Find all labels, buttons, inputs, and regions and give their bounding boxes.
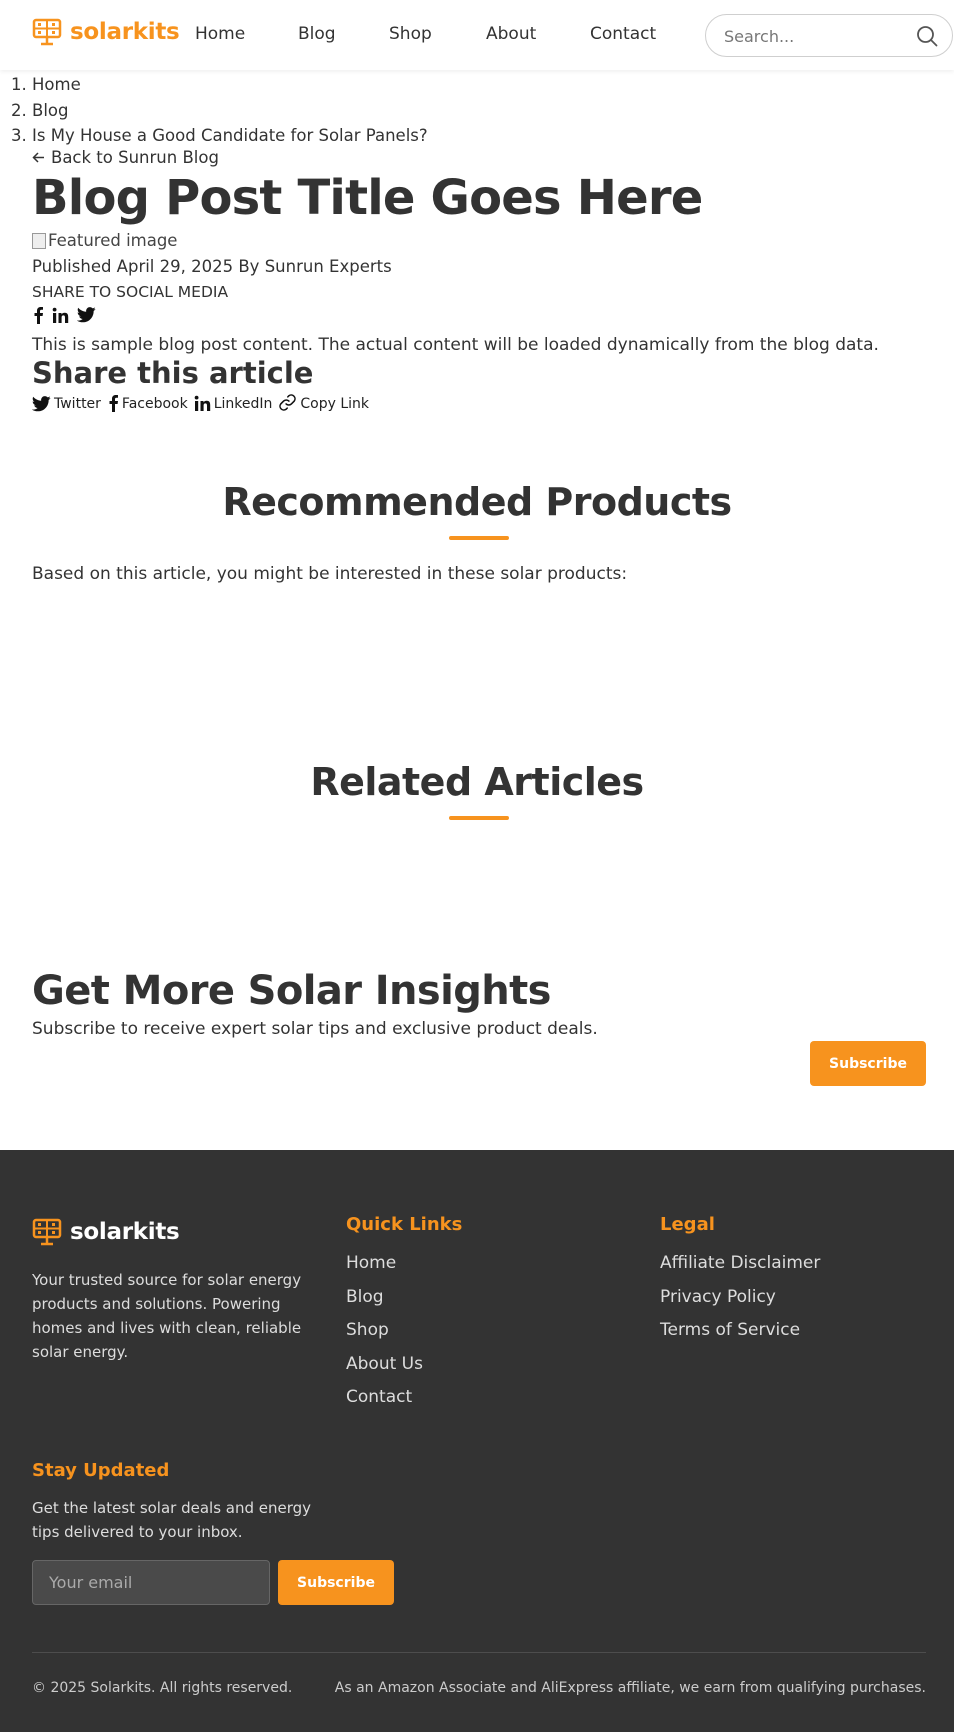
recommended-products-title: Recommended Products (222, 480, 732, 524)
facebook-icon[interactable] (32, 306, 44, 324)
site-header: solarkits Home Blog Shop About Contact (0, 0, 954, 70)
legal-links-list: Affiliate Disclaimer Privacy Policy Term… (660, 1253, 820, 1354)
share-social-label: SHARE TO SOCIAL MEDIA (32, 283, 229, 301)
footer-link-terms[interactable]: Terms of Service (660, 1320, 820, 1354)
quick-links-heading: Quick Links (346, 1214, 463, 1235)
footer-link-blog[interactable]: Blog (346, 1287, 423, 1321)
solar-panel-logo-icon (32, 18, 62, 46)
share-linkedin-label: LinkedIn (213, 396, 273, 412)
footer-divider (32, 1652, 926, 1653)
share-facebook-label: Facebook (121, 396, 188, 412)
nav-blog[interactable]: Blog (298, 24, 336, 44)
footer-link-affiliate-disclaimer[interactable]: Affiliate Disclaimer (660, 1253, 820, 1287)
stay-updated-description: Get the latest solar deals and energy ti… (32, 1499, 312, 1541)
broken-image-icon (32, 232, 46, 249)
search-input[interactable] (722, 25, 902, 47)
section-underline (449, 816, 509, 820)
arrow-left-icon (32, 152, 44, 163)
featured-image-alt: Featured image (48, 231, 178, 250)
footer-logo[interactable]: solarkits (32, 1218, 180, 1246)
logo-text: solarkits (70, 19, 180, 45)
subscribe-button[interactable]: Subscribe (810, 1041, 926, 1086)
facebook-icon (109, 395, 118, 412)
related-articles-title: Related Articles (310, 760, 644, 804)
site-footer: solarkits Your trusted source for solar … (0, 1150, 954, 1732)
copy-link-label: Copy Link (300, 396, 370, 412)
recommended-description: Based on this article, you might be inte… (32, 564, 628, 584)
nav-home[interactable]: Home (195, 24, 245, 44)
nav-about[interactable]: About (486, 24, 536, 44)
share-twitter-link[interactable]: Twitter (32, 396, 101, 412)
footer-subscribe-button[interactable]: Subscribe (278, 1560, 394, 1605)
published-meta: Published April 29, 2025 By Sunrun Exper… (32, 257, 392, 276)
linkedin-icon[interactable] (52, 307, 69, 324)
back-to-blog-link[interactable]: Back to Sunrun Blog (32, 148, 219, 167)
breadcrumb: Home Blog Is My House a Good Candidate f… (10, 72, 428, 149)
footer-link-contact[interactable]: Contact (346, 1387, 423, 1421)
quick-links-list: Home Blog Shop About Us Contact (346, 1253, 423, 1421)
post-title: Blog Post Title Goes Here (32, 170, 703, 226)
social-share-icons (32, 306, 96, 324)
breadcrumb-item-current: Is My House a Good Candidate for Solar P… (32, 123, 428, 149)
affiliate-note: As an Amazon Associate and AliExpress af… (334, 1680, 926, 1696)
solar-panel-logo-icon (32, 1218, 62, 1246)
logo[interactable]: solarkits (32, 18, 180, 46)
copyright-text: © 2025 Solarkits. All rights reserved. (32, 1680, 293, 1696)
twitter-icon (32, 396, 51, 412)
share-facebook-link[interactable]: Facebook (107, 394, 188, 412)
footer-description: Your trusted source for solar energy pro… (32, 1271, 302, 1361)
footer-logo-text: solarkits (70, 1219, 180, 1245)
share-twitter-label: Twitter (54, 396, 101, 412)
footer-link-home[interactable]: Home (346, 1253, 423, 1287)
post-content: This is sample blog post content. The ac… (32, 335, 879, 355)
nav-contact[interactable]: Contact (590, 24, 656, 44)
nav-shop[interactable]: Shop (389, 24, 432, 44)
share-article-title: Share this article (32, 356, 314, 390)
breadcrumb-item-blog[interactable]: Blog (32, 98, 428, 124)
search-icon[interactable] (916, 25, 938, 47)
section-underline (449, 536, 509, 540)
footer-link-about[interactable]: About Us (346, 1354, 423, 1388)
breadcrumb-item-home[interactable]: Home (32, 72, 428, 98)
link-icon (279, 394, 297, 411)
search-box (705, 14, 953, 57)
insights-description: Subscribe to receive expert solar tips a… (32, 1019, 598, 1039)
share-links: Twitter Facebook LinkedIn Copy Link (32, 393, 369, 412)
stay-updated-heading: Stay Updated (32, 1460, 170, 1481)
share-linkedin-link[interactable]: LinkedIn (194, 395, 273, 412)
legal-heading: Legal (660, 1214, 715, 1235)
footer-link-privacy-policy[interactable]: Privacy Policy (660, 1287, 820, 1321)
footer-link-shop[interactable]: Shop (346, 1320, 423, 1354)
footer-email-input[interactable] (32, 1560, 270, 1605)
linkedin-icon (194, 395, 210, 411)
back-link-label: Back to Sunrun Blog (51, 148, 219, 167)
copy-link-button[interactable]: Copy Link (278, 393, 369, 412)
insights-title: Get More Solar Insights (32, 968, 551, 1014)
twitter-icon[interactable] (77, 307, 96, 323)
featured-image: Featured image (32, 231, 177, 250)
